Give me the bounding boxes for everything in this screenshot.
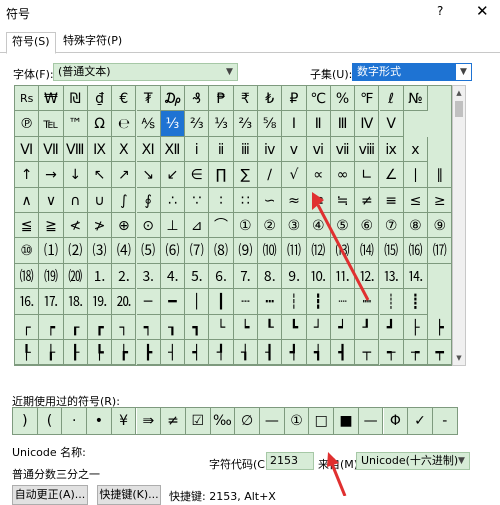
arrow-line-down	[330, 463, 347, 496]
annotation-arrows	[312, 192, 370, 496]
arrow-head-down	[327, 452, 339, 467]
arrow-line-up	[316, 204, 370, 301]
